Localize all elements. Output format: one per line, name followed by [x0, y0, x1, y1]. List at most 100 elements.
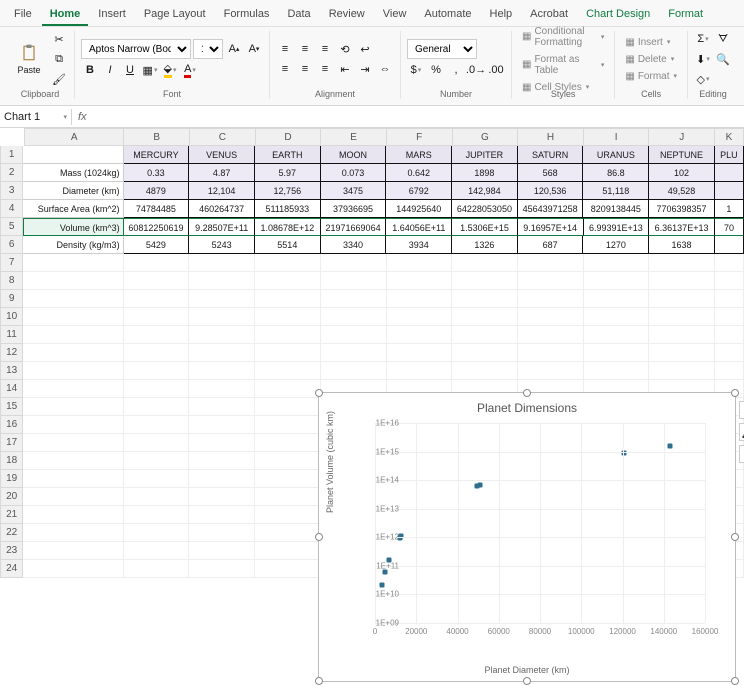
cell[interactable]: [23, 434, 123, 452]
cell[interactable]: [715, 344, 744, 362]
cell[interactable]: VENUS: [189, 146, 255, 164]
cell[interactable]: 142,984: [452, 182, 518, 200]
cell[interactable]: MARS: [386, 146, 452, 164]
column-header-B[interactable]: B: [124, 128, 190, 146]
align-bottom-button[interactable]: ≡: [316, 40, 334, 58]
cell[interactable]: [715, 362, 744, 380]
cell[interactable]: 9.28507E+11: [189, 218, 255, 236]
decrease-decimal-button[interactable]: .00: [487, 61, 505, 79]
cell[interactable]: [255, 398, 321, 416]
align-right-button[interactable]: ≡: [316, 60, 334, 78]
cell[interactable]: MOON: [321, 146, 387, 164]
cell[interactable]: [23, 254, 123, 272]
cell[interactable]: [23, 506, 123, 524]
cell[interactable]: [189, 308, 255, 326]
row-header-23[interactable]: 23: [0, 542, 23, 560]
tab-insert[interactable]: Insert: [90, 4, 134, 26]
column-header-H[interactable]: H: [518, 128, 584, 146]
cell[interactable]: [715, 272, 744, 290]
cell[interactable]: [321, 272, 387, 290]
cell[interactable]: 5.97: [255, 164, 321, 182]
cell[interactable]: [715, 290, 744, 308]
cell[interactable]: [189, 524, 255, 542]
formula-bar[interactable]: [93, 115, 744, 119]
cell[interactable]: [23, 326, 123, 344]
bold-button[interactable]: B: [81, 61, 99, 79]
cell[interactable]: [189, 254, 255, 272]
cell[interactable]: 12,104: [189, 182, 255, 200]
row-header-22[interactable]: 22: [0, 524, 23, 542]
cell[interactable]: [255, 254, 321, 272]
cell[interactable]: [715, 164, 744, 182]
cell[interactable]: 568: [518, 164, 584, 182]
column-header-D[interactable]: D: [256, 128, 322, 146]
cell[interactable]: 3475: [321, 182, 387, 200]
cell[interactable]: [124, 308, 190, 326]
cell[interactable]: [387, 272, 453, 290]
cell[interactable]: 37936695: [321, 200, 387, 218]
cell[interactable]: [124, 362, 190, 380]
y-axis-label[interactable]: Planet Volume (cubic km): [325, 411, 335, 513]
data-point[interactable]: [475, 483, 480, 488]
cell[interactable]: [518, 272, 584, 290]
data-point[interactable]: [380, 582, 385, 587]
tab-page-layout[interactable]: Page Layout: [136, 4, 214, 26]
cell[interactable]: [23, 488, 123, 506]
cell[interactable]: [584, 254, 650, 272]
font-name-select[interactable]: Aptos Narrow (Body): [81, 39, 191, 59]
cell[interactable]: 1: [715, 200, 744, 218]
cell[interactable]: 1898: [452, 164, 518, 182]
cell[interactable]: 0.642: [386, 164, 452, 182]
row-header-5[interactable]: 5: [0, 218, 23, 236]
cell[interactable]: [452, 344, 518, 362]
clear-button[interactable]: ◇▾: [694, 70, 712, 88]
cell[interactable]: [23, 380, 123, 398]
cell[interactable]: [518, 344, 584, 362]
cell[interactable]: [124, 380, 190, 398]
font-size-select[interactable]: 12: [193, 39, 223, 59]
chart-elements-button[interactable]: +: [739, 401, 744, 419]
align-top-button[interactable]: ≡: [276, 40, 294, 58]
cell[interactable]: [584, 362, 650, 380]
cell[interactable]: [255, 506, 321, 524]
format-painter-button[interactable]: 🖌: [50, 70, 68, 88]
cell[interactable]: [23, 362, 123, 380]
cell[interactable]: [124, 398, 190, 416]
format-as-table-button[interactable]: ▦ Format as Table ▾: [518, 52, 608, 78]
cell[interactable]: [518, 308, 584, 326]
increase-font-button[interactable]: A▴: [225, 40, 243, 58]
row-label[interactable]: Density (kg/m3): [23, 236, 123, 254]
resize-handle-s[interactable]: [523, 677, 531, 685]
cell[interactable]: [23, 452, 123, 470]
delete-cells-button[interactable]: ▦ Delete ▾: [621, 52, 681, 67]
cell[interactable]: [255, 416, 321, 434]
cell[interactable]: [255, 326, 321, 344]
cell[interactable]: [255, 524, 321, 542]
cell[interactable]: [321, 362, 387, 380]
row-header-1[interactable]: 1: [0, 146, 23, 164]
cell[interactable]: 5243: [189, 236, 255, 254]
cell[interactable]: [255, 452, 321, 470]
cell[interactable]: 8209138445: [583, 200, 649, 218]
italic-button[interactable]: I: [101, 61, 119, 79]
cell[interactable]: [189, 398, 255, 416]
cell[interactable]: [387, 254, 453, 272]
chart-filters-button[interactable]: ▼: [739, 445, 744, 463]
row-header-7[interactable]: 7: [0, 254, 23, 272]
cell[interactable]: [189, 344, 255, 362]
x-axis-label[interactable]: Planet Diameter (km): [319, 665, 735, 675]
accounting-format-button[interactable]: $▾: [407, 61, 425, 79]
cell[interactable]: [387, 362, 453, 380]
cell[interactable]: JUPITER: [452, 146, 518, 164]
cell[interactable]: [255, 344, 321, 362]
cell[interactable]: [452, 308, 518, 326]
cell[interactable]: [518, 326, 584, 344]
tab-home[interactable]: Home: [42, 4, 89, 26]
data-point[interactable]: [667, 444, 672, 449]
cell[interactable]: [715, 236, 744, 254]
cell[interactable]: 1638: [649, 236, 715, 254]
cell[interactable]: [321, 254, 387, 272]
fill-button[interactable]: ⬇▾: [694, 50, 712, 68]
row-label[interactable]: Volume (km^3): [23, 218, 123, 236]
column-header-G[interactable]: G: [453, 128, 519, 146]
